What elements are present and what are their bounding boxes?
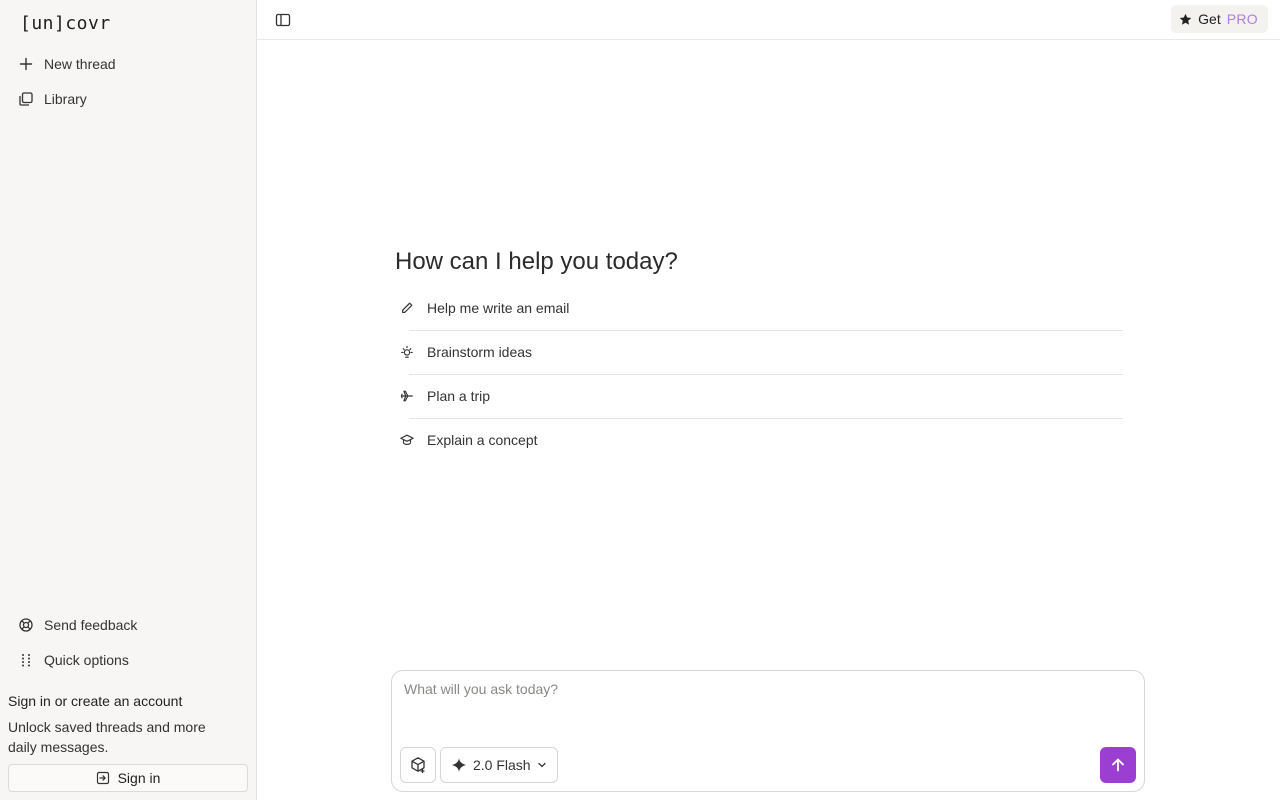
signin-title: Sign in or create an account: [8, 693, 183, 709]
message-input[interactable]: [404, 681, 1132, 741]
pro-label: PRO: [1226, 11, 1258, 27]
plane-icon: [395, 389, 419, 403]
suggestion-label: Help me write an email: [427, 300, 570, 316]
sidebar-item-send-feedback[interactable]: Send feedback: [8, 610, 248, 640]
sidebar-item-new-thread[interactable]: New thread: [8, 49, 248, 79]
sidebar-item-label: New thread: [44, 56, 116, 72]
suggestion-write-email[interactable]: Help me write an email: [395, 286, 1125, 330]
sidebar-item-label: Quick options: [44, 652, 129, 668]
sidebar-item-quick-options[interactable]: Quick options: [8, 645, 248, 675]
sign-in-icon: [96, 771, 109, 785]
brand-logo[interactable]: [un]covr: [20, 12, 111, 34]
model-label: 2.0 Flash: [473, 757, 531, 773]
star-icon: [1179, 13, 1192, 25]
sidebar-toggle-button[interactable]: [271, 8, 295, 32]
plus-icon: [19, 57, 33, 71]
sidebar: [un]covr New thread Library Send feedbac…: [0, 0, 257, 800]
suggestion-brainstorm[interactable]: Brainstorm ideas: [395, 330, 1125, 374]
lifebuoy-icon: [19, 618, 33, 632]
sign-in-button[interactable]: Sign in: [8, 764, 248, 792]
library-icon: [19, 92, 33, 106]
suggestion-label: Explain a concept: [427, 432, 538, 448]
page-title: How can I help you today?: [395, 248, 678, 275]
box-plus-icon: [411, 757, 425, 773]
model-selector[interactable]: 2.0 Flash: [440, 747, 558, 783]
graduation-cap-icon: [395, 433, 419, 447]
tools-button[interactable]: [400, 747, 436, 783]
send-button[interactable]: [1100, 747, 1136, 783]
suggestion-plan-trip[interactable]: Plan a trip: [395, 374, 1125, 418]
suggestion-explain-concept[interactable]: Explain a concept: [395, 418, 1125, 462]
sign-in-label: Sign in: [117, 770, 161, 786]
pencil-icon: [395, 301, 419, 315]
suggestion-label: Brainstorm ideas: [427, 344, 533, 360]
get-pro-prefix: Get: [1198, 11, 1221, 27]
composer: 2.0 Flash: [391, 670, 1145, 792]
get-pro-button[interactable]: Get PRO: [1171, 5, 1268, 33]
signin-subtitle: Unlock saved threads and more daily mess…: [8, 719, 206, 755]
suggestion-label: Plan a trip: [427, 388, 491, 404]
sidebar-item-label: Library: [44, 91, 87, 107]
lightbulb-icon: [395, 345, 419, 359]
chevron-down-icon: [537, 762, 546, 768]
top-bar: Get PRO: [257, 0, 1280, 40]
arrow-up-icon: [1112, 758, 1124, 772]
grid-dots-icon: [22, 654, 30, 667]
sidebar-toggle-icon: [275, 13, 291, 27]
sidebar-item-label: Send feedback: [44, 617, 138, 633]
sidebar-item-library[interactable]: Library: [8, 84, 248, 114]
sparkle-icon: [452, 758, 466, 772]
